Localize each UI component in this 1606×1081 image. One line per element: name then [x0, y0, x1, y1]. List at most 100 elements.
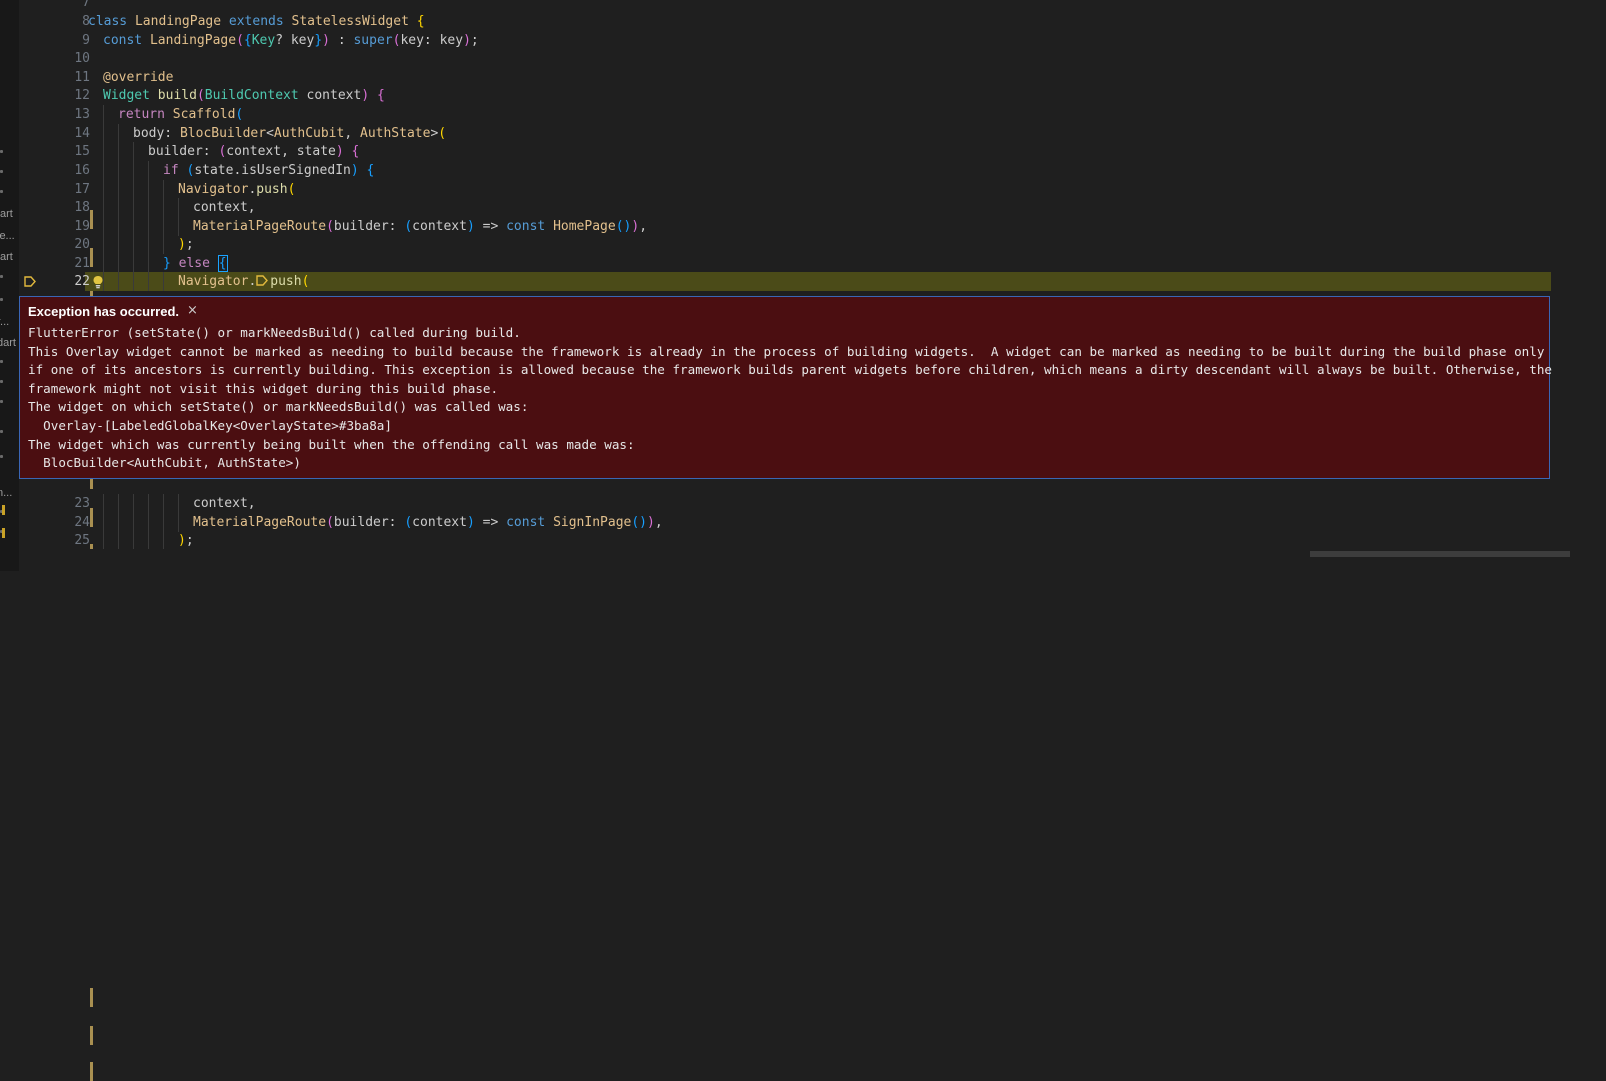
code-token: context — [412, 219, 467, 234]
indent-guide — [133, 531, 148, 550]
code-line[interactable]: context, — [88, 198, 256, 217]
code-token: LandingPage — [134, 14, 229, 29]
code-line[interactable]: Navigator.push( — [88, 272, 309, 291]
line-number-text: 19 — [74, 219, 90, 234]
line-number[interactable]: 14 — [19, 124, 93, 267]
code-line[interactable]: ); — [88, 531, 194, 550]
code-line[interactable]: Navigator.push( — [88, 180, 295, 199]
code-token: AuthCubit — [273, 126, 345, 141]
code-token: build — [157, 88, 197, 103]
code-token: ) — [647, 515, 655, 530]
line-number[interactable]: 24 — [19, 513, 93, 1045]
indent-guide — [103, 531, 118, 550]
line-number[interactable]: 25 — [19, 531, 93, 1081]
line-number[interactable]: 15 — [19, 142, 93, 303]
line-number[interactable]: 10 — [19, 49, 90, 68]
code-line[interactable]: const LandingPage({Key? key}) : super(ke… — [88, 31, 479, 50]
code-line[interactable]: Widget build(BuildContext context) { — [88, 86, 385, 105]
sidebar-file-fragment[interactable]: art — [0, 208, 13, 220]
exception-message-line: Overlay-[LabeledGlobalKey<OverlayState>#… — [28, 417, 392, 433]
code-token: ( — [404, 515, 413, 530]
code-token: BuildContext — [204, 88, 307, 103]
line-number[interactable]: 8 — [19, 12, 90, 31]
indent-guide — [178, 494, 193, 513]
line-number[interactable]: 12 — [19, 86, 90, 105]
indent-guide — [133, 494, 148, 513]
code-token: builder: — [148, 144, 219, 159]
code-token: ( — [326, 515, 334, 530]
indent-guide — [133, 254, 148, 273]
line-number[interactable]: 7 — [19, 0, 90, 12]
line-number[interactable]: 21 — [19, 254, 93, 527]
code-token: . — [248, 274, 257, 289]
code-line[interactable]: return Scaffold( — [88, 105, 243, 124]
indent-guide — [163, 513, 178, 532]
indent-guide — [163, 272, 178, 291]
sidebar-file-fragment[interactable]: dart — [0, 337, 16, 349]
code-token: MaterialPageRoute — [193, 515, 327, 530]
code-line[interactable]: } else { — [88, 254, 228, 273]
code-line[interactable]: if (state.isUserSignedIn) { — [88, 161, 374, 180]
line-number[interactable]: 20 — [19, 235, 93, 489]
line-number-text: 24 — [74, 515, 90, 530]
code-line[interactable]: class LandingPage extends StatelessWidge… — [88, 12, 425, 31]
indent-guide — [103, 217, 118, 236]
line-number[interactable]: 17 — [19, 180, 93, 379]
indent-guide — [88, 254, 103, 273]
code-token: < — [266, 126, 274, 141]
indent-guide — [88, 494, 103, 513]
line-number[interactable]: 22 — [19, 272, 93, 563]
sidebar-file-fragment[interactable]: r... — [0, 316, 9, 328]
sidebar-file-fragment[interactable]: n... — [0, 487, 12, 499]
exception-message-line: framework might not visit this widget du… — [28, 380, 499, 396]
code-line[interactable]: MaterialPageRoute(builder: (context) => … — [88, 513, 663, 532]
line-number[interactable]: 18 — [19, 198, 93, 415]
line-number-text: 18 — [74, 200, 90, 215]
line-number[interactable]: 11 — [19, 68, 90, 87]
line-number[interactable]: 13 — [19, 105, 93, 229]
line-number[interactable]: 19 — [19, 217, 93, 453]
indent-guide — [118, 513, 133, 532]
line-number[interactable]: 9 — [19, 31, 90, 50]
code-token: context, — [193, 496, 256, 511]
indent-guide — [133, 235, 148, 254]
code-token: state.isUserSignedIn — [194, 163, 351, 178]
code-line[interactable]: body: BlocBuilder<AuthCubit, AuthState>( — [88, 124, 446, 143]
code-line[interactable]: builder: (context, state) { — [88, 142, 359, 161]
indent-guide — [163, 235, 178, 254]
indent-guide — [118, 217, 133, 236]
line-number[interactable]: 23 — [19, 494, 93, 1007]
debug-stackframe-icon[interactable] — [24, 276, 36, 287]
code-line[interactable]: context, — [88, 494, 256, 513]
code-token: : — [330, 33, 354, 48]
code-token: ) — [178, 533, 186, 548]
code-line[interactable]: ); — [88, 235, 194, 254]
indent-guide — [103, 235, 118, 254]
sidebar-file-fragment[interactable]: le... — [0, 230, 15, 242]
inline-breakpoint-icon[interactable] — [256, 275, 269, 286]
sidebar-file-fragment[interactable]: art — [0, 251, 13, 263]
sidebar-modified-marker — [2, 505, 5, 515]
indent-guide — [118, 272, 133, 291]
code-line[interactable]: MaterialPageRoute(builder: (context) => … — [88, 217, 647, 236]
indent-guide — [148, 494, 163, 513]
close-icon[interactable]: × — [187, 303, 198, 318]
lightbulb-icon[interactable] — [92, 275, 104, 289]
horizontal-scrollbar-thumb[interactable] — [1310, 551, 1570, 557]
indent-guide — [88, 235, 103, 254]
code-token: , — [639, 219, 648, 234]
indent-guide — [148, 161, 163, 180]
line-number[interactable]: 16 — [19, 161, 93, 341]
line-number-text: 21 — [74, 256, 90, 271]
code-token: AuthState — [360, 126, 431, 141]
code-token: MaterialPageRoute — [193, 219, 327, 234]
code-line[interactable]: @override — [88, 68, 173, 87]
sidebar-indicator — [0, 275, 3, 278]
indent-guide — [88, 86, 103, 105]
code-token: ) — [466, 515, 475, 530]
indent-guide — [133, 272, 148, 291]
code-token: ; — [470, 33, 479, 48]
indent-guide — [163, 198, 178, 217]
